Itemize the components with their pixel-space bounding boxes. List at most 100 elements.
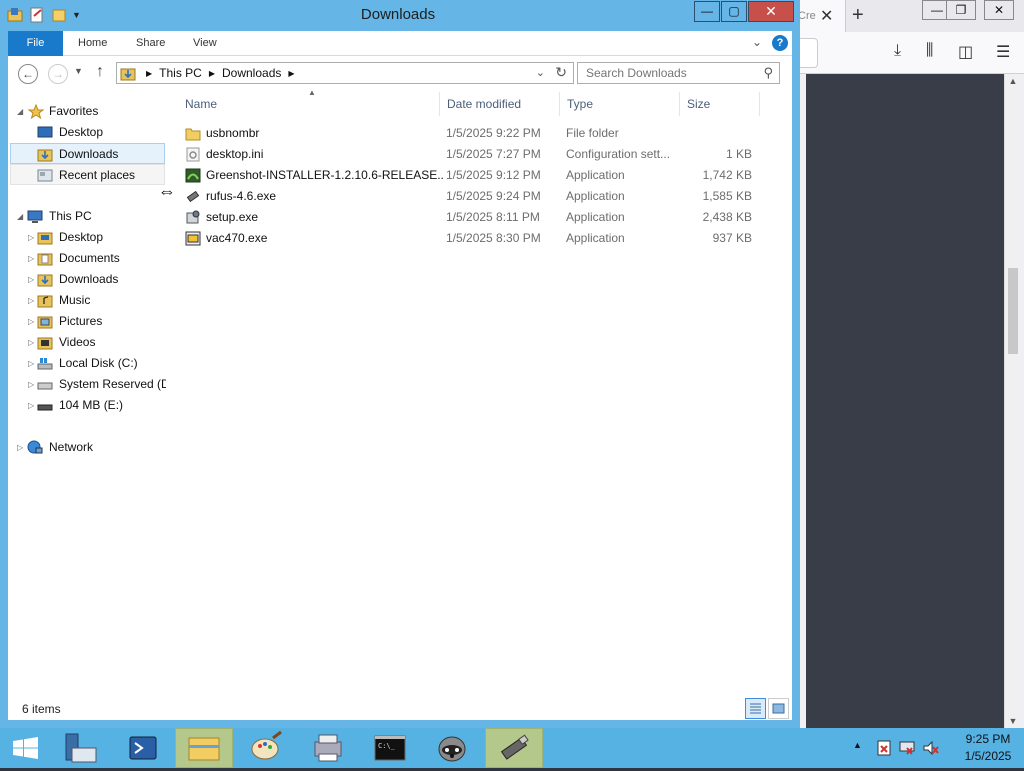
clock-time[interactable]: 9:25 PM xyxy=(960,732,1016,746)
action-center-icon[interactable] xyxy=(875,739,893,757)
chevron-right-icon[interactable]: ▶ xyxy=(209,69,215,78)
network-status-icon[interactable] xyxy=(898,739,916,757)
minimize-button[interactable]: — xyxy=(694,1,720,22)
chevron-right-icon[interactable]: ▶ xyxy=(146,69,152,78)
computer-icon xyxy=(27,210,43,223)
expand-icon[interactable]: ▷ xyxy=(28,332,34,353)
nav-pc-system-reserved[interactable]: ▷ System Reserved (D: xyxy=(8,374,166,395)
nav-fav-recent[interactable]: Recent places xyxy=(10,164,165,185)
expand-icon[interactable]: ▷ xyxy=(28,374,34,395)
scroll-down-icon[interactable]: ▼ xyxy=(1005,716,1021,726)
nav-label: Music xyxy=(59,293,91,307)
taskbar-server-manager[interactable] xyxy=(52,728,110,768)
browser-close-button[interactable]: ✕ xyxy=(984,0,1014,20)
forward-button[interactable]: → xyxy=(48,64,68,84)
details-view-button[interactable] xyxy=(745,698,766,719)
expand-icon[interactable]: ▷ xyxy=(28,353,34,374)
expand-icon[interactable]: ▷ xyxy=(28,395,34,416)
tab-view[interactable]: View xyxy=(179,31,231,56)
nav-pc-videos[interactable]: ▷ Videos xyxy=(8,332,166,353)
expand-icon[interactable]: ▷ xyxy=(28,290,34,311)
taskbar-powershell[interactable] xyxy=(114,728,172,768)
expand-icon[interactable]: ▷ xyxy=(28,248,34,269)
file-row[interactable]: vac470.exe 1/5/2025 8:30 PM Application … xyxy=(178,228,762,249)
nav-pc-desktop[interactable]: ▷ Desktop xyxy=(8,227,166,248)
search-icon[interactable]: ⚲ xyxy=(763,65,773,81)
taskbar-recycle-printer[interactable] xyxy=(299,728,357,768)
scroll-up-icon[interactable]: ▲ xyxy=(1005,76,1021,86)
breadcrumb-this-pc[interactable]: This PC xyxy=(159,66,202,80)
file-size: 937 KB xyxy=(712,231,752,245)
taskbar-raccoon-app[interactable] xyxy=(423,728,481,768)
item-count: 6 items xyxy=(22,702,61,716)
browser-restore-button[interactable]: ❐ xyxy=(946,0,976,20)
column-name[interactable]: Name xyxy=(178,92,440,116)
nav-label: Downloads xyxy=(59,272,119,286)
file-row[interactable]: usbnombr 1/5/2025 9:22 PM File folder xyxy=(178,123,762,144)
up-button[interactable]: ↑ xyxy=(96,63,104,81)
nav-pc-downloads[interactable]: ▷ Downloads xyxy=(8,269,166,290)
scroll-thumb[interactable] xyxy=(1008,268,1018,354)
collapse-icon[interactable]: ◢ xyxy=(17,206,23,227)
search-input[interactable] xyxy=(578,63,753,83)
nav-favorites[interactable]: ◢ Favorites xyxy=(8,101,166,122)
search-box[interactable]: ⚲ xyxy=(577,62,780,84)
browser-tab[interactable]: Cre ✕ xyxy=(796,0,846,34)
nav-this-pc[interactable]: ◢ This PC xyxy=(8,206,166,227)
nav-pc-music[interactable]: ▷ Music xyxy=(8,290,166,311)
address-bar[interactable]: ▶ This PC ▶ Downloads ▶ ⌄ ↻ xyxy=(116,62,574,84)
nav-network[interactable]: ▷ Network xyxy=(8,437,166,458)
address-dropdown-icon[interactable]: ⌄ xyxy=(536,66,545,79)
nav-label: System Reserved (D: xyxy=(59,377,166,391)
column-size[interactable]: Size xyxy=(680,92,760,116)
refresh-icon[interactable]: ↻ xyxy=(555,64,567,81)
nav-pc-pictures[interactable]: ▷ Pictures xyxy=(8,311,166,332)
library-icon[interactable]: ⫼ xyxy=(926,42,933,60)
download-icon[interactable]: ⤓ xyxy=(894,42,901,60)
close-tab-icon[interactable]: ✕ xyxy=(820,6,833,26)
tab-home[interactable]: Home xyxy=(64,31,121,56)
taskbar-usb-drive[interactable] xyxy=(485,728,543,768)
start-button[interactable] xyxy=(0,728,58,768)
help-icon[interactable]: ? xyxy=(772,35,788,51)
taskbar-file-explorer[interactable] xyxy=(175,728,233,768)
file-row[interactable]: rufus-4.6.exe 1/5/2025 9:24 PM Applicati… xyxy=(178,186,762,207)
expand-icon[interactable]: ▷ xyxy=(28,311,34,332)
tab-file[interactable]: File xyxy=(8,31,63,56)
taskbar-paint[interactable] xyxy=(237,728,295,768)
new-tab-button[interactable]: + xyxy=(852,4,864,27)
back-button[interactable]: ← xyxy=(18,64,38,84)
show-hidden-icons-icon[interactable]: ▲ xyxy=(853,740,862,750)
expand-ribbon-icon[interactable]: ⌄ xyxy=(752,35,762,49)
collapse-icon[interactable]: ◢ xyxy=(17,101,23,122)
expand-icon[interactable]: ▷ xyxy=(28,227,34,248)
nav-fav-desktop[interactable]: Desktop xyxy=(10,122,164,143)
column-type[interactable]: Type xyxy=(560,92,680,116)
file-row[interactable]: setup.exe 1/5/2025 8:11 PM Application 2… xyxy=(178,207,762,228)
expand-icon[interactable]: ▷ xyxy=(17,437,23,458)
menu-icon[interactable]: ☰ xyxy=(996,42,1010,62)
chevron-right-icon[interactable]: ▶ xyxy=(288,69,294,78)
maximize-button[interactable]: ▢ xyxy=(721,1,747,22)
close-button[interactable]: ✕ xyxy=(748,1,794,22)
file-row[interactable]: desktop.ini 1/5/2025 7:27 PM Configurati… xyxy=(178,144,762,165)
large-icons-view-button[interactable] xyxy=(768,698,789,719)
column-date-modified[interactable]: Date modified xyxy=(440,92,560,116)
nav-label: Recent places xyxy=(59,168,136,182)
music-folder-icon xyxy=(37,295,53,308)
tab-share[interactable]: Share xyxy=(122,31,179,56)
clock-date[interactable]: 1/5/2025 xyxy=(960,749,1016,763)
nav-fav-downloads[interactable]: Downloads xyxy=(10,143,165,164)
recent-locations-icon[interactable]: ▼ xyxy=(74,66,83,76)
file-row[interactable]: Greenshot-INSTALLER-1.2.10.6-RELEASE....… xyxy=(178,165,762,186)
nav-pc-local-disk[interactable]: ▷ Local Disk (C:) xyxy=(8,353,166,374)
browser-toolbar: ⤓ ⫼ ◫ ☰ xyxy=(796,32,1024,74)
nav-pc-documents[interactable]: ▷ Documents xyxy=(8,248,166,269)
breadcrumb-downloads[interactable]: Downloads xyxy=(222,66,281,80)
browser-scrollbar[interactable]: ▲ ▼ xyxy=(1004,74,1020,728)
expand-icon[interactable]: ▷ xyxy=(28,269,34,290)
nav-pc-removable[interactable]: ▷ 104 MB (E:) xyxy=(8,395,166,416)
sidebar-icon[interactable]: ◫ xyxy=(958,42,973,62)
taskbar-cmd[interactable]: C:\_ xyxy=(361,728,419,768)
volume-muted-icon[interactable] xyxy=(922,739,940,757)
